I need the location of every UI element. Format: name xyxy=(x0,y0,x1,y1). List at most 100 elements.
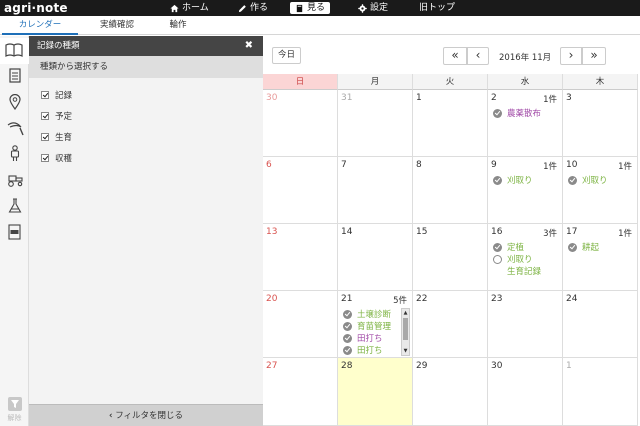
location-pin-icon xyxy=(8,93,21,113)
calendar-day[interactable]: 6 xyxy=(263,157,338,224)
filter-release[interactable]: 解除 xyxy=(0,397,29,423)
calendar-day[interactable]: 3 xyxy=(563,90,638,157)
calendar-event[interactable]: 刈取り xyxy=(493,174,533,186)
calendar-event[interactable]: 土壌診断 xyxy=(343,308,391,320)
calendar-event[interactable]: 農薬散布 xyxy=(493,107,541,119)
month-label: 2016年 11月 xyxy=(499,53,552,63)
day-number: 6 xyxy=(266,160,272,170)
filter-option-growth[interactable]: 生育 xyxy=(41,130,72,144)
calendar-day[interactable]: 20 xyxy=(263,291,338,358)
calendar-event[interactable]: 耕起 xyxy=(568,241,599,253)
calendar-event[interactable]: 定植 xyxy=(493,241,524,253)
scrollbar-thumb[interactable] xyxy=(403,318,408,340)
event-count: 1件 xyxy=(543,162,557,172)
calendar-event[interactable]: 刈取り xyxy=(568,174,608,186)
event-label: 農薬散布 xyxy=(507,109,542,119)
calendar-day[interactable]: 7 xyxy=(338,157,413,224)
book-icon xyxy=(295,4,304,13)
rail-record-type[interactable] xyxy=(0,38,29,64)
calendar-day[interactable]: 29 xyxy=(413,358,488,426)
check-circle-icon xyxy=(343,309,352,319)
sickle-icon xyxy=(6,120,24,139)
calendar-day[interactable]: 31 xyxy=(338,90,413,157)
day-number: 17 xyxy=(566,227,578,237)
nav-home-label: ホーム xyxy=(182,3,209,13)
rail-fertilizer[interactable] xyxy=(0,220,29,246)
rail-worker[interactable] xyxy=(0,142,29,168)
calendar-day[interactable]: 1 xyxy=(413,90,488,157)
event-list-scrollbar[interactable]: ▲ ▼ xyxy=(401,308,410,356)
nav-view[interactable]: 見る xyxy=(290,2,331,14)
checkbox[interactable] xyxy=(41,154,49,162)
calendar-day-today[interactable]: 28 xyxy=(338,358,413,426)
day-number: 9 xyxy=(491,160,497,170)
checkbox[interactable] xyxy=(41,91,49,99)
scroll-up-icon[interactable]: ▲ xyxy=(402,310,409,316)
calendar-week: 27 28 29 30 1 xyxy=(263,358,640,426)
rail-document[interactable] xyxy=(0,64,29,90)
calendar-day[interactable]: 1 xyxy=(563,358,638,426)
prev-year-button[interactable]: « xyxy=(443,47,467,65)
calendar-day[interactable]: 22 xyxy=(413,291,488,358)
calendar-event[interactable]: 刈取り xyxy=(493,253,533,265)
app-logo[interactable]: agri·note xyxy=(4,0,68,16)
calendar-event[interactable]: 育苗管理 xyxy=(343,320,391,332)
calendar-day[interactable]: 24 xyxy=(563,291,638,358)
tab-calendar[interactable]: カレンダー xyxy=(2,16,78,35)
fertilizer-bag-icon xyxy=(8,223,21,243)
prev-month-button[interactable]: ‹ xyxy=(467,47,489,65)
close-filter-button[interactable]: ‹ フィルタを閉じる xyxy=(29,404,263,426)
tab-results[interactable]: 実績確認 xyxy=(86,16,148,35)
calendar-day[interactable]: 2 1件 農薬散布 xyxy=(488,90,563,157)
calendar-day[interactable]: 23 xyxy=(488,291,563,358)
nav-create[interactable]: 作る xyxy=(238,0,268,16)
calendar-event[interactable]: 田打ち xyxy=(343,332,383,344)
event-count: 1件 xyxy=(543,95,557,105)
chevron-right-icon: › xyxy=(568,48,574,62)
next-year-button[interactable]: » xyxy=(582,47,606,65)
day-number: 15 xyxy=(416,227,428,237)
filter-panel-title: 記録の種類 xyxy=(37,41,80,51)
nav-settings[interactable]: 設定 xyxy=(358,0,388,16)
rail-machine[interactable] xyxy=(0,168,29,194)
filter-option-plan[interactable]: 予定 xyxy=(41,109,72,123)
calendar-day[interactable]: 17 1件 耕起 xyxy=(563,224,638,291)
day-number: 14 xyxy=(341,227,353,237)
weekday-header: 日 月 火 水 木 xyxy=(263,74,640,90)
calendar-day[interactable]: 9 1件 刈取り xyxy=(488,157,563,224)
checkbox[interactable] xyxy=(41,133,49,141)
day-number: 30 xyxy=(266,93,278,103)
pencil-icon xyxy=(238,4,247,13)
tab-rotation[interactable]: 輪作 xyxy=(158,16,198,35)
calendar-day[interactable]: 30 xyxy=(263,90,338,157)
next-month-button[interactable]: › xyxy=(560,47,582,65)
scroll-down-icon[interactable]: ▼ xyxy=(402,348,409,354)
event-label: 田打ち xyxy=(357,346,383,356)
calendar-day[interactable]: 16 3件 定植 刈取り 生育記録 xyxy=(488,224,563,291)
calendar-day[interactable]: 14 xyxy=(338,224,413,291)
rail-field[interactable] xyxy=(0,90,29,116)
check-circle-icon xyxy=(493,175,502,185)
calendar-day[interactable]: 21 5件 土壌診断 育苗管理 田打ち 田打ち ▲ ▼ xyxy=(338,291,413,358)
calendar-event[interactable]: 田打ち xyxy=(343,344,383,356)
today-button[interactable]: 今日 xyxy=(272,47,301,64)
calendar-day[interactable]: 8 xyxy=(413,157,488,224)
calendar-event[interactable]: 生育記録 xyxy=(493,265,541,277)
day-number: 3 xyxy=(566,93,572,103)
filter-option-record[interactable]: 記録 xyxy=(41,88,72,102)
rail-pesticide[interactable] xyxy=(0,194,29,220)
checkbox[interactable] xyxy=(41,112,49,120)
filter-option-harvest[interactable]: 収穫 xyxy=(41,151,72,165)
calendar-day[interactable]: 30 xyxy=(488,358,563,426)
calendar-day[interactable]: 10 1件 刈取り xyxy=(563,157,638,224)
calendar-day[interactable]: 27 xyxy=(263,358,338,426)
rail-work[interactable] xyxy=(0,116,29,142)
nav-old-top[interactable]: 旧トップ xyxy=(419,0,455,16)
close-icon[interactable]: ✖ xyxy=(245,36,253,56)
calendar-day[interactable]: 15 xyxy=(413,224,488,291)
nav-home[interactable]: ホーム xyxy=(170,0,209,16)
check-circle-icon xyxy=(568,175,577,185)
check-circle-icon xyxy=(493,242,502,252)
event-count: 3件 xyxy=(543,229,557,239)
calendar-day[interactable]: 13 xyxy=(263,224,338,291)
